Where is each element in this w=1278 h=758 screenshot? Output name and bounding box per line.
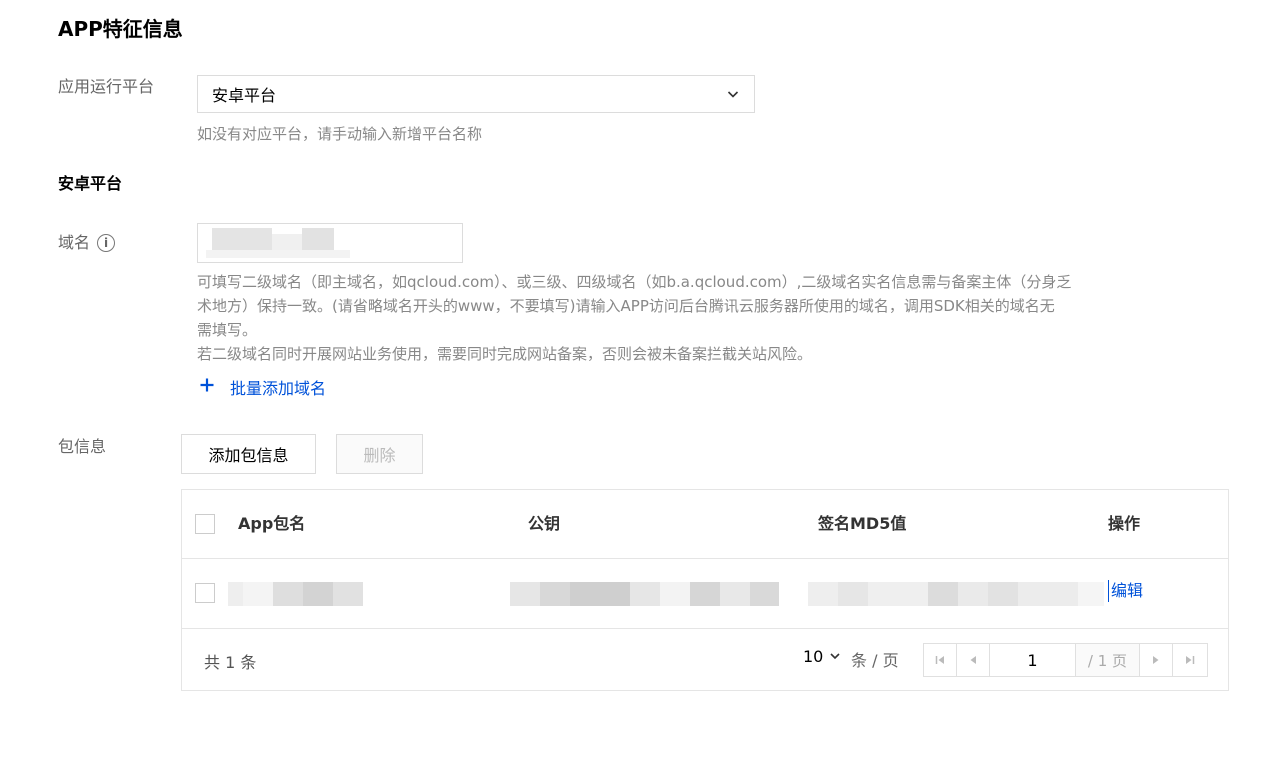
- redacted-block: [510, 582, 540, 606]
- prev-page-button[interactable]: [956, 643, 990, 677]
- package-table: App包名 公钥 签名MD5值 操作 编辑 共 1 条 10 条 / 页 1 /…: [181, 489, 1229, 691]
- domain-label-group: 域名 i: [58, 232, 116, 254]
- column-header-public-key: 公钥: [528, 514, 561, 533]
- delete-package-button[interactable]: 删除: [336, 434, 423, 474]
- column-header-signature-md5: 签名MD5值: [818, 514, 907, 533]
- redacted-block: [228, 582, 243, 606]
- section-title: 安卓平台: [58, 174, 123, 193]
- total-count: 共 1 条: [204, 653, 257, 672]
- domain-help-line: 术地方）保持一致。(请省略域名开头的www，不要填写)请输入APP访问后台腾讯云…: [197, 297, 1055, 315]
- redacted-block: [988, 582, 1018, 606]
- redacted-block: [720, 582, 750, 606]
- select-all-checkbox[interactable]: [195, 514, 215, 534]
- page-title: APP特征信息: [58, 17, 183, 41]
- redacted-block: [868, 582, 928, 606]
- redacted-block: [212, 228, 272, 250]
- redacted-block: [303, 582, 333, 606]
- domain-input[interactable]: [197, 223, 463, 263]
- package-label: 包信息: [58, 437, 107, 456]
- chevron-down-icon: [726, 87, 740, 101]
- redacted-block: [660, 582, 690, 606]
- batch-add-domain-label: 批量添加域名: [230, 379, 327, 398]
- pagination: 共 1 条 10 条 / 页 1 / 1 页: [182, 629, 1228, 691]
- prev-page-icon: [970, 656, 976, 664]
- redacted-block: [302, 228, 334, 250]
- domain-help: 可填写二级域名（即主域名，如qcloud.com）、或三级、四级域名（如b.a.…: [197, 270, 1127, 366]
- column-header-actions: 操作: [1108, 514, 1141, 533]
- next-page-button[interactable]: [1139, 643, 1173, 677]
- plus-icon: [199, 376, 219, 398]
- redacted-block: [808, 582, 838, 606]
- column-header-app-package: App包名: [238, 514, 306, 533]
- redacted-block: [540, 582, 570, 606]
- page-size-value: 10: [803, 647, 824, 666]
- row-checkbox[interactable]: [195, 583, 215, 603]
- redacted-block: [690, 582, 720, 606]
- next-page-icon: [1153, 656, 1159, 664]
- info-icon[interactable]: i: [97, 234, 116, 252]
- last-page-icon: [1186, 656, 1195, 664]
- platform-hint: 如没有对应平台，请手动输入新增平台名称: [197, 125, 483, 143]
- domain-label: 域名: [58, 233, 91, 252]
- domain-help-line: 需填写。: [197, 321, 258, 339]
- first-page-button[interactable]: [923, 643, 957, 677]
- first-page-icon: [935, 656, 944, 664]
- table-row: 编辑: [182, 558, 1228, 629]
- page-size-select[interactable]: 10: [803, 647, 841, 666]
- table-header: App包名 公钥 签名MD5值 操作: [182, 490, 1228, 559]
- redacted-block: [243, 582, 273, 606]
- platform-label: 应用运行平台: [58, 77, 155, 96]
- redacted-block: [928, 582, 958, 606]
- redacted-block: [570, 582, 630, 606]
- per-page-label: 条 / 页: [851, 651, 899, 670]
- redacted-block: [333, 582, 363, 606]
- add-package-button[interactable]: 添加包信息: [181, 434, 316, 474]
- domain-help-line: 可填写二级域名（即主域名，如qcloud.com）、或三级、四级域名（如b.a.…: [197, 273, 1072, 291]
- last-page-button[interactable]: [1172, 643, 1208, 677]
- redacted-block: [1078, 582, 1104, 606]
- redacted-block: [750, 582, 779, 606]
- chevron-down-icon: [829, 647, 841, 666]
- redacted-block: [838, 582, 868, 606]
- redacted-block: [273, 582, 303, 606]
- domain-help-line: 若二级域名同时开展网站业务使用，需要同时完成网站备案，否则会被未备案拦截关站风险…: [197, 345, 813, 363]
- redacted-block: [1018, 582, 1078, 606]
- page-number-input[interactable]: 1: [989, 643, 1076, 677]
- platform-select[interactable]: 安卓平台: [197, 75, 755, 113]
- platform-select-value: 安卓平台: [212, 86, 277, 105]
- batch-add-domain-link[interactable]: 批量添加域名: [199, 375, 326, 399]
- redacted-block: [630, 582, 660, 606]
- redacted-block: [272, 234, 302, 250]
- total-pages-label: / 1 页: [1075, 643, 1140, 677]
- redacted-block: [958, 582, 988, 606]
- edit-link[interactable]: 编辑: [1108, 580, 1143, 602]
- redacted-block: [206, 250, 350, 258]
